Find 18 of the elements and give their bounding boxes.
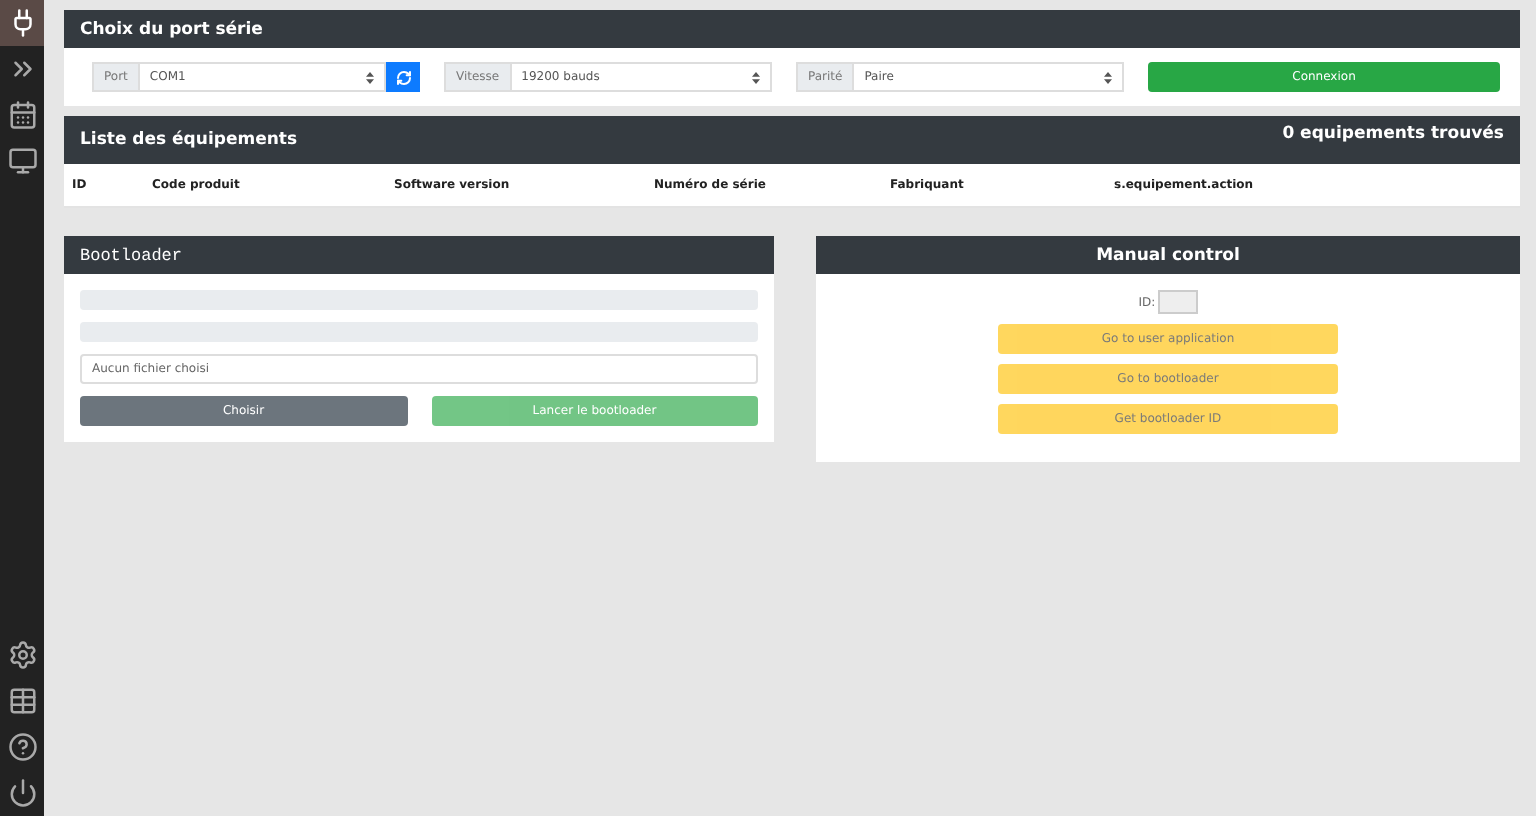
monitor-icon bbox=[7, 146, 37, 176]
panel-title: Bootloader bbox=[80, 245, 183, 265]
updown-icon bbox=[1104, 71, 1112, 83]
help-icon bbox=[7, 732, 37, 762]
panel-title: Choix du port série bbox=[80, 19, 263, 39]
panel-title: Liste des équipements bbox=[80, 130, 298, 150]
sidebar-item[interactable] bbox=[0, 0, 44, 46]
panel-title: Manual control bbox=[1096, 245, 1240, 265]
power-icon bbox=[7, 778, 37, 808]
table-icon bbox=[7, 686, 37, 716]
device-count: 0 equipements trouvés bbox=[1282, 124, 1504, 144]
calendar-icon bbox=[7, 100, 37, 130]
settings-icon bbox=[7, 640, 37, 670]
refresh-button[interactable] bbox=[386, 62, 420, 92]
updown-icon bbox=[752, 71, 760, 83]
updown-icon bbox=[366, 71, 374, 83]
refresh-icon bbox=[395, 69, 411, 85]
id-field[interactable] bbox=[1157, 290, 1198, 314]
